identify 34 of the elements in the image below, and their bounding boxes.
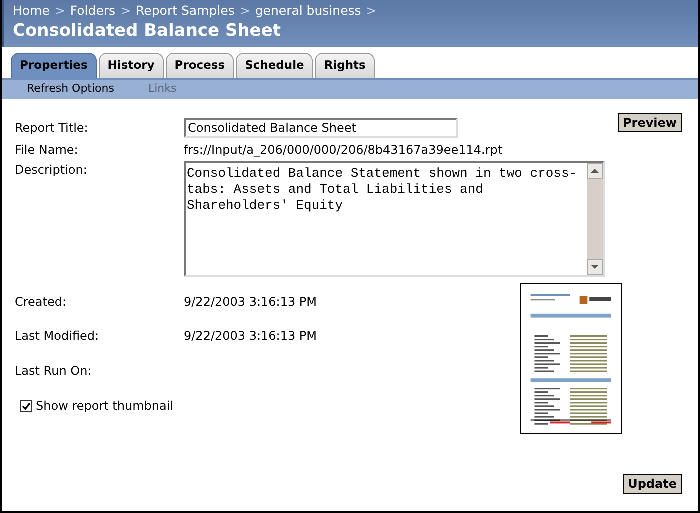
breadcrumb-link[interactable]: Report Samples: [136, 3, 235, 19]
report-title-field[interactable]: Consolidated Balance Sheet: [184, 118, 458, 138]
tab[interactable]: History: [98, 53, 164, 78]
field-label: Last Modified:: [15, 328, 100, 344]
modified-value: 9/22/2003 3:16:13 PM: [184, 328, 318, 344]
tab[interactable]: Rights: [315, 53, 375, 78]
checkbox[interactable]: [20, 400, 32, 412]
checkbox-label: Show report thumbnail: [36, 398, 174, 415]
subtab-link[interactable]: Refresh Options: [27, 81, 114, 98]
tab[interactable]: Schedule: [236, 53, 314, 78]
scrollbar-track[interactable]: [587, 163, 603, 275]
field-label: Created:: [15, 294, 68, 311]
field-label: Last Run On:: [15, 362, 93, 380]
preview-button[interactable]: Preview: [618, 113, 682, 132]
description-field[interactable]: Consolidated Balance Statement shown in two cross-tabs: Assets and Total Liabilities and Shareholders' Equity: [184, 161, 605, 277]
breadcrumb-separator: >: [240, 3, 250, 19]
field-label: File Name:: [15, 142, 80, 159]
field-label: Report Title:: [15, 120, 90, 137]
update-button[interactable]: Update: [623, 474, 682, 494]
tab[interactable]: Process: [166, 53, 234, 78]
page-title: Consolidated Balance Sheet: [13, 20, 282, 43]
field-label: Description:: [15, 162, 88, 179]
breadcrumb-separator: >: [366, 3, 377, 19]
scroll-down-icon[interactable]: [587, 259, 603, 275]
breadcrumb-link[interactable]: Home: [13, 3, 50, 19]
breadcrumb-link[interactable]: general business: [255, 3, 362, 19]
subtab-link: Links: [148, 81, 177, 98]
breadcrumb-link[interactable]: Folders: [70, 3, 116, 19]
breadcrumb-separator: >: [54, 3, 66, 19]
breadcrumb-separator: >: [120, 3, 132, 19]
created-value: 9/22/2003 3:16:13 PM: [184, 294, 318, 311]
file-name-value: frs://Input/a_206/000/000/206/8b43167a39ee114.rpt: [184, 142, 503, 159]
tab[interactable]: Properties: [11, 53, 97, 78]
scroll-up-icon[interactable]: [587, 163, 603, 179]
